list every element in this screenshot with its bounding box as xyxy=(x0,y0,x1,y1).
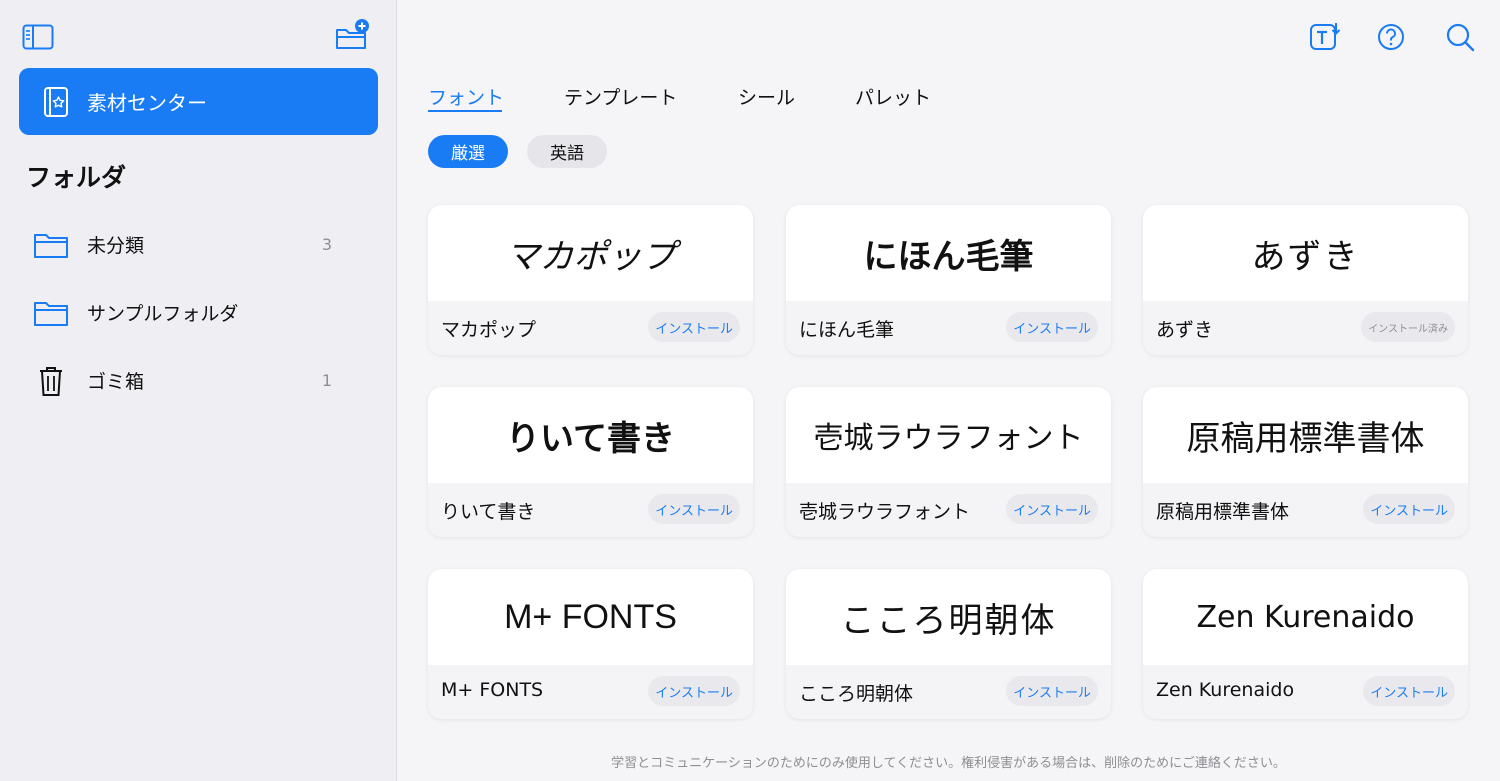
font-preview: マカポップ xyxy=(505,236,676,277)
install-button[interactable]: インストール xyxy=(1006,494,1098,524)
font-card[interactable]: にほん毛筆 にほん毛筆 インストール xyxy=(786,205,1111,355)
folder-item-sample[interactable]: サンプルフォルダ xyxy=(19,284,378,340)
material-center-item[interactable]: 素材センター xyxy=(19,68,378,135)
font-preview: あずき xyxy=(1251,236,1360,277)
folder-icon xyxy=(33,230,69,260)
usage-notice: 学習とコミュニケーションのためにのみ使用してください。権利侵害がある場合は、削除… xyxy=(611,756,1286,771)
font-card[interactable]: こころ明朝体 こころ明朝体 インストール xyxy=(786,569,1111,719)
notebook-star-icon xyxy=(41,86,71,118)
font-preview: にほん毛筆 xyxy=(863,236,1034,277)
search-icon[interactable] xyxy=(1443,20,1477,54)
folder-count: 1 xyxy=(321,370,332,390)
font-card[interactable]: 原稿用標準書体 原稿用標準書体 インストール xyxy=(1143,387,1468,537)
font-card[interactable]: マカポップ マカポップ インストール xyxy=(428,205,753,355)
folder-name: ゴミ箱 xyxy=(87,370,145,393)
font-preview: Zen Kurenaido xyxy=(1196,599,1415,635)
font-name: Zen Kurenaido xyxy=(1156,679,1295,701)
font-preview: りいて書き xyxy=(506,418,675,459)
font-name: 原稿用標準書体 xyxy=(1156,501,1290,523)
trash-icon xyxy=(33,366,69,396)
install-button[interactable]: インストール xyxy=(648,494,740,524)
install-button[interactable]: インストール xyxy=(1006,676,1098,706)
folder-count: 3 xyxy=(321,234,332,254)
font-card[interactable]: りいて書き りいて書き インストール xyxy=(428,387,753,537)
install-button[interactable]: インストール xyxy=(1006,312,1098,342)
font-preview: 壱城ラウラフォント xyxy=(813,421,1084,456)
font-card[interactable]: M+ FONTS M+ FONTS インストール xyxy=(428,569,753,719)
install-button[interactable]: インストール xyxy=(1363,494,1455,524)
font-name: りいて書き xyxy=(441,501,536,523)
font-name: こころ明朝体 xyxy=(799,683,914,705)
sidebar: 素材センター フォルダ 未分類 3 サンプルフォルダ ゴミ箱 1 xyxy=(0,0,397,781)
filter-chip-featured[interactable]: 厳選 xyxy=(428,135,508,168)
folder-item-trash[interactable]: ゴミ箱 1 xyxy=(19,352,378,408)
help-icon[interactable] xyxy=(1374,20,1408,54)
font-name: マカポップ xyxy=(441,319,537,341)
folder-name: サンプルフォルダ xyxy=(87,302,239,325)
font-card[interactable]: あずき あずき インストール済み xyxy=(1143,205,1468,355)
font-name: にほん毛筆 xyxy=(799,319,895,341)
install-button[interactable]: インストール xyxy=(648,676,740,706)
install-button[interactable]: インストール xyxy=(1363,676,1455,706)
font-preview: M+ FONTS xyxy=(504,597,677,636)
folder-name: 未分類 xyxy=(87,234,145,257)
text-download-icon[interactable] xyxy=(1308,20,1342,54)
font-card[interactable]: Zen Kurenaido Zen Kurenaido インストール xyxy=(1143,569,1468,719)
new-folder-icon[interactable] xyxy=(334,18,370,52)
installed-badge: インストール済み xyxy=(1361,312,1455,342)
tab-palettes[interactable]: パレット xyxy=(855,83,931,110)
material-center-label: 素材センター xyxy=(87,91,207,115)
folder-item-unsorted[interactable]: 未分類 3 xyxy=(19,216,378,272)
font-name: あずき xyxy=(1156,319,1214,341)
tab-fonts[interactable]: フォント xyxy=(428,83,504,110)
folders-heading: フォルダ xyxy=(26,163,127,192)
font-name: M+ FONTS xyxy=(441,679,544,701)
font-card[interactable]: 壱城ラウラフォント 壱城ラウラフォント インストール xyxy=(786,387,1111,537)
sidebar-toggle-icon[interactable] xyxy=(22,24,54,50)
font-preview: 原稿用標準書体 xyxy=(1186,418,1425,459)
font-name: 壱城ラウラフォント xyxy=(799,501,971,523)
font-preview: こころ明朝体 xyxy=(840,600,1057,641)
tab-stickers[interactable]: シール xyxy=(738,83,795,110)
folder-icon xyxy=(33,298,69,328)
filter-chip-english[interactable]: 英語 xyxy=(527,135,607,168)
main-content: フォント テンプレート シール パレット 厳選 英語 マカポップ マカポップイン… xyxy=(397,0,1500,781)
tab-templates[interactable]: テンプレート xyxy=(564,83,677,110)
tab-underline xyxy=(428,110,502,112)
install-button[interactable]: インストール xyxy=(648,312,740,342)
